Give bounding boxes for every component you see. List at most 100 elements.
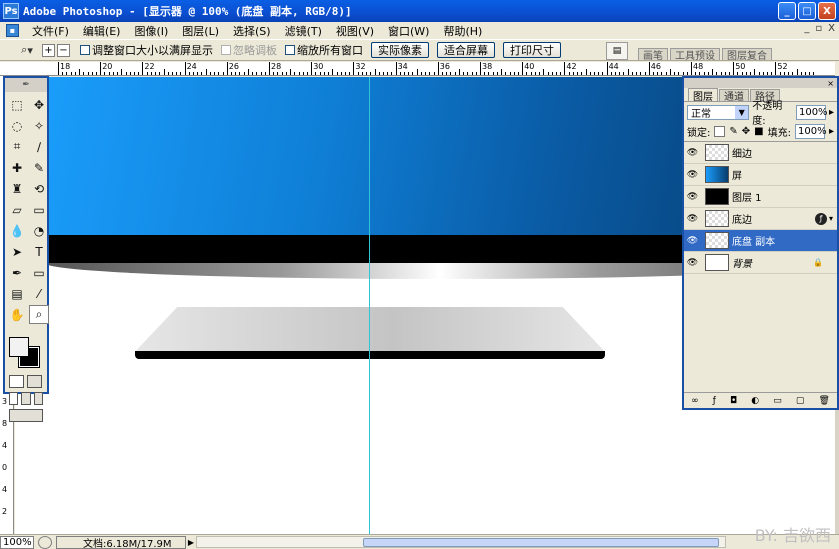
brush-tool-icon[interactable]: ✎	[29, 158, 49, 177]
type-tool-icon[interactable]: T	[29, 242, 49, 261]
layer-thumbnail[interactable]	[705, 144, 729, 161]
checkbox-box[interactable]	[285, 45, 295, 55]
layer-name[interactable]: 图层 1	[732, 189, 837, 204]
lock-transparency-icon[interactable]	[714, 126, 726, 137]
layer-effects-icon[interactable]: ƒ	[814, 212, 827, 225]
layer-row[interactable]: 👁 屏	[684, 164, 837, 186]
layer-thumbnail[interactable]	[705, 166, 729, 183]
zoom-level-field[interactable]: 100%	[0, 535, 34, 549]
menu-select[interactable]: 选择(S)	[226, 23, 278, 39]
horizontal-ruler[interactable]: 18 20 22 24 26 28 30 32 34 36 38 40 42 44 46 48 50 52	[0, 62, 835, 76]
print-size-button[interactable]: 打印尺寸	[503, 42, 561, 58]
palette-tab-layer-comps[interactable]: 图层复合	[722, 48, 772, 62]
eraser-tool-icon[interactable]: ▱	[7, 200, 27, 219]
menu-help[interactable]: 帮助(H)	[436, 23, 489, 39]
lasso-tool-icon[interactable]: ◌	[7, 116, 27, 135]
menu-file[interactable]: 文件(F)	[25, 23, 76, 39]
file-browser-icon[interactable]: ▤	[606, 42, 628, 60]
zoom-out-icon[interactable]: −	[57, 43, 70, 57]
palette-tab-tool-presets[interactable]: 工具预设	[670, 48, 720, 62]
visibility-eye-icon[interactable]: 👁	[686, 170, 699, 180]
status-info-icon[interactable]	[38, 535, 52, 549]
gradient-tool-icon[interactable]: ▭	[29, 200, 49, 219]
visibility-eye-icon[interactable]: 👁	[686, 192, 699, 202]
jump-to-imageready-icon[interactable]	[9, 409, 43, 422]
layer-name[interactable]: 屏	[732, 167, 837, 182]
layer-name[interactable]: 细边	[732, 145, 837, 160]
toolbox-header-feather-icon[interactable]: ✒	[5, 78, 47, 92]
fill-slider-arrow-icon[interactable]: ▸	[829, 126, 834, 137]
tab-layers[interactable]: 图层	[688, 88, 718, 103]
foreground-color-swatch[interactable]	[9, 337, 29, 357]
add-mask-icon[interactable]: ◘	[730, 396, 737, 406]
lock-position-icon[interactable]: ✥	[742, 126, 750, 137]
menu-edit[interactable]: 编辑(E)	[76, 23, 128, 39]
blend-mode-select[interactable]: 正常 ▼	[687, 104, 750, 120]
tab-channels[interactable]: 通道	[719, 89, 749, 103]
link-layers-icon[interactable]: ∞	[691, 396, 699, 406]
hand-tool-icon[interactable]: ✋	[7, 305, 27, 324]
clone-stamp-tool-icon[interactable]: ♜	[7, 179, 27, 198]
horizontal-scrollbar[interactable]	[196, 536, 726, 548]
move-tool-icon[interactable]: ✥	[29, 95, 49, 114]
actual-pixels-button[interactable]: 实际像素	[371, 42, 429, 58]
doc-minimize-button[interactable]: _	[804, 23, 809, 34]
minimize-button[interactable]: _	[778, 2, 796, 20]
shape-tool-icon[interactable]: ▭	[29, 263, 49, 282]
vertical-guide[interactable]	[369, 77, 370, 534]
layer-thumbnail[interactable]	[705, 210, 729, 227]
visibility-eye-icon[interactable]: 👁	[686, 148, 699, 158]
layer-thumbnail[interactable]	[705, 188, 729, 205]
new-adjustment-layer-icon[interactable]: ◐	[751, 396, 759, 406]
full-screen-menu-mode-icon[interactable]	[21, 392, 31, 405]
eyedropper-tool-icon[interactable]: ⁄	[29, 284, 49, 303]
new-layer-icon[interactable]: ▢	[796, 396, 805, 406]
palette-header[interactable]: ×	[684, 78, 837, 88]
zoom-in-icon[interactable]: +	[42, 43, 55, 57]
zoom-all-windows-checkbox[interactable]: 缩放所有窗口	[285, 42, 363, 58]
lock-all-icon[interactable]: ■	[754, 126, 763, 137]
notes-tool-icon[interactable]: ▤	[7, 284, 27, 303]
visibility-eye-icon[interactable]: 👁	[686, 258, 699, 268]
menu-filter[interactable]: 滤镜(T)	[278, 23, 329, 39]
marquee-tool-icon[interactable]: ⬚	[7, 95, 27, 114]
photoshop-app-icon[interactable]: Ps	[3, 3, 19, 19]
layer-name[interactable]: 底边	[732, 211, 815, 226]
visibility-eye-icon[interactable]: 👁	[686, 236, 699, 246]
healing-brush-tool-icon[interactable]: ✚	[7, 158, 27, 177]
opacity-field[interactable]: 100%	[795, 104, 828, 120]
maximize-button[interactable]: □	[798, 2, 816, 20]
layer-row[interactable]: 👁 背景 🔒	[684, 252, 837, 274]
zoom-tool-preset-picker[interactable]: ⌕ ▾	[12, 41, 42, 59]
fit-screen-button[interactable]: 适合屏幕	[437, 42, 495, 58]
magic-wand-tool-icon[interactable]: ✧	[29, 116, 49, 135]
menu-window[interactable]: 窗口(W)	[381, 23, 436, 39]
layer-name[interactable]: 背景	[732, 255, 813, 270]
layer-name[interactable]: 底盘 副本	[732, 233, 837, 248]
trash-icon[interactable]: 🗑	[819, 396, 830, 406]
fill-field[interactable]: 100%	[794, 124, 827, 139]
visibility-eye-icon[interactable]: 👁	[686, 214, 699, 224]
expand-effects-icon[interactable]: ▾	[829, 214, 833, 223]
standard-mode-icon[interactable]	[9, 375, 24, 388]
layer-row[interactable]: 👁 底盘 副本	[684, 230, 837, 252]
quick-mask-mode-icon[interactable]	[27, 375, 42, 388]
doc-close-button[interactable]: X	[828, 23, 835, 34]
path-selection-tool-icon[interactable]: ➤	[7, 242, 27, 261]
history-brush-tool-icon[interactable]: ⟲	[29, 179, 49, 198]
dodge-tool-icon[interactable]: ◔	[29, 221, 49, 240]
full-screen-mode-icon[interactable]	[33, 392, 43, 405]
menu-image[interactable]: 图像(I)	[127, 23, 175, 39]
layer-row[interactable]: 👁 底边 ƒ ▾	[684, 208, 837, 230]
layer-thumbnail[interactable]	[705, 254, 729, 271]
resize-windows-checkbox[interactable]: 调整窗口大小以满屏显示	[80, 42, 213, 58]
status-menu-arrow-icon[interactable]: ▶	[186, 538, 196, 547]
horizontal-scroll-thumb[interactable]	[363, 538, 719, 547]
menu-view[interactable]: 视图(V)	[329, 23, 381, 39]
checkbox-box[interactable]	[80, 45, 90, 55]
pen-tool-icon[interactable]: ✒	[7, 263, 27, 282]
standard-screen-mode-icon[interactable]	[9, 392, 19, 405]
zoom-tool-icon[interactable]: ⌕	[29, 305, 49, 324]
palette-close-icon[interactable]: ×	[827, 79, 834, 88]
doc-restore-button[interactable]: ▫	[815, 23, 822, 34]
